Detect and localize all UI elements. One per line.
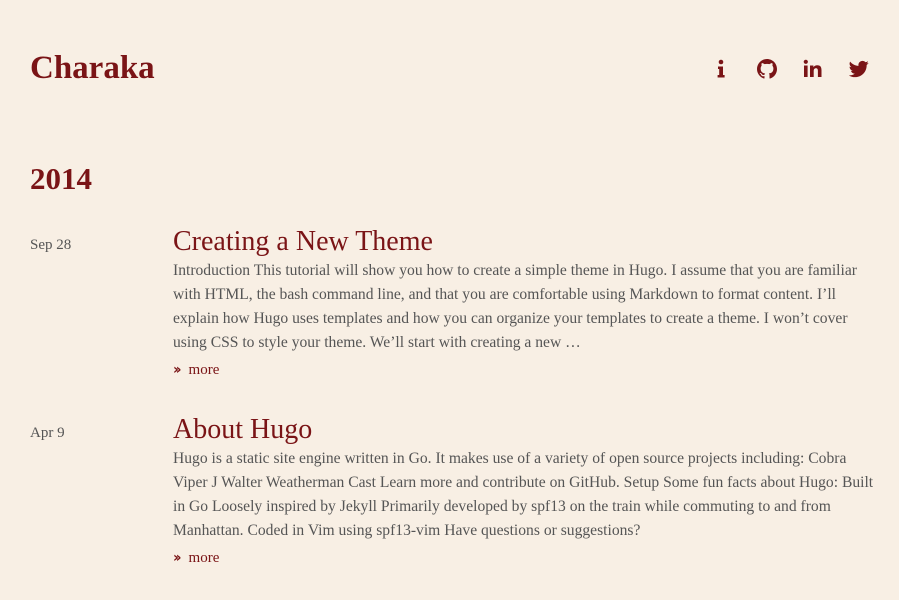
more-link[interactable]: ›› more (173, 360, 219, 380)
social-links (710, 58, 870, 80)
github-link[interactable] (756, 58, 778, 80)
twitter-link[interactable] (848, 58, 870, 80)
info-link[interactable] (710, 58, 732, 80)
post-summary: Introduction This tutorial will show you… (173, 262, 857, 351)
linkedin-icon (803, 59, 822, 77)
post-title-link[interactable]: About Hugo (173, 414, 312, 445)
post-body: About Hugo Hugo is a static site engine … (173, 413, 875, 568)
post-date: Apr 9 (30, 425, 65, 441)
post-date: Sep 28 (30, 237, 72, 253)
post-title-link[interactable]: Creating a New Theme (173, 226, 433, 257)
more-label: more (188, 362, 220, 378)
more-link[interactable]: ›› more (173, 548, 219, 568)
site-header: Charaka (30, 48, 870, 92)
linkedin-link[interactable] (802, 58, 824, 80)
post-body: Creating a New Theme Introduction This t… (173, 225, 875, 380)
site-title[interactable]: Charaka (30, 48, 155, 88)
more-label: more (188, 550, 220, 566)
double-chevron-right-icon: ›› (173, 362, 181, 378)
github-icon (757, 59, 777, 79)
info-icon (717, 59, 725, 78)
post-title: Creating a New Theme (173, 225, 875, 259)
archive-year: 2014 (30, 161, 92, 196)
post-summary: Hugo is a static site engine written in … (173, 450, 874, 539)
twitter-icon (849, 60, 869, 78)
post-title: About Hugo (173, 413, 875, 447)
double-chevron-right-icon: ›› (173, 550, 181, 566)
